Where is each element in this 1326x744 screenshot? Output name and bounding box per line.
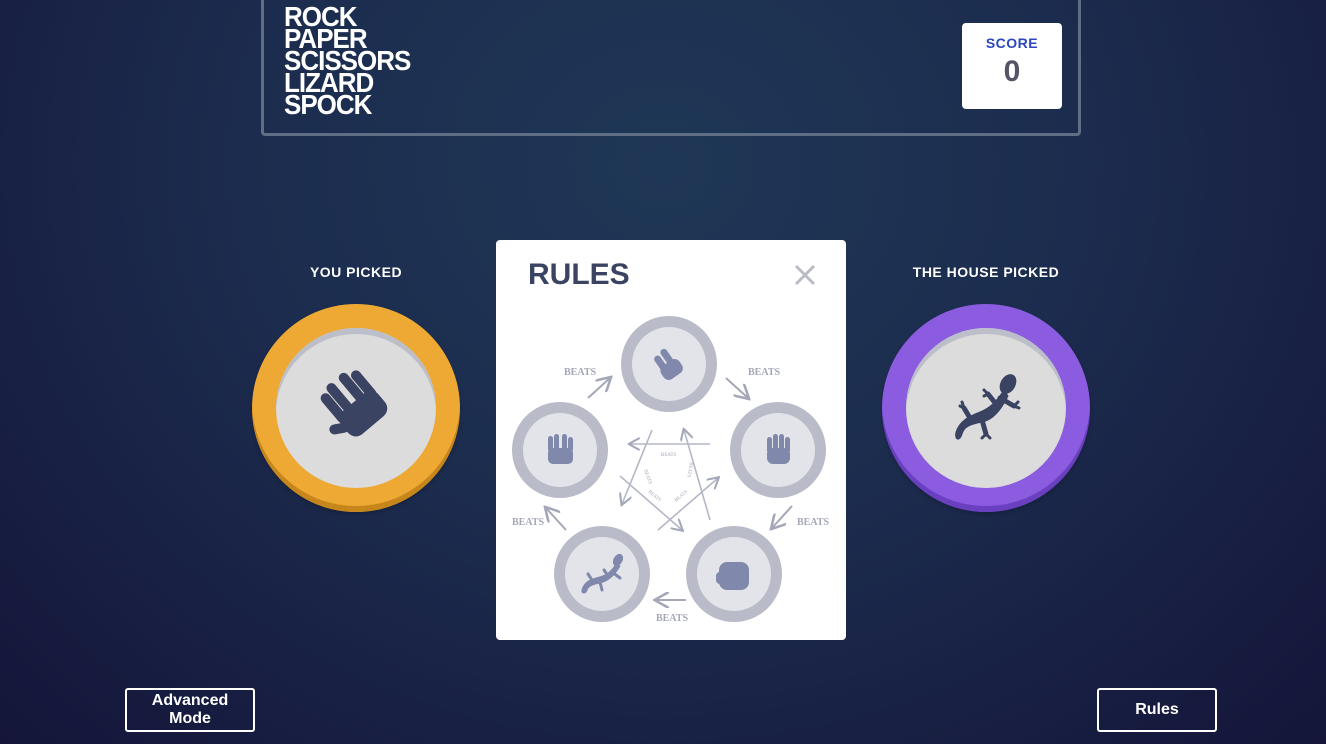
house-pick-token: [882, 304, 1090, 512]
rules-token-paper: [730, 402, 826, 498]
arrow-lizard-to-spock: [546, 508, 567, 531]
game-logo: ROCK PAPER SCISSORS LIZARD SPOCK: [284, 3, 411, 121]
advanced-mode-button[interactable]: Advanced Mode: [125, 688, 255, 732]
rules-token-scissors: [621, 316, 717, 412]
beats-label: BEATS: [797, 517, 829, 528]
house-picked-label: THE HOUSE PICKED: [912, 264, 1060, 280]
logo-line-spock: SPOCK: [284, 88, 372, 121]
lizard-icon: [955, 374, 1021, 440]
arrow-paper-to-rock: [772, 505, 793, 528]
beats-label: BEATS: [512, 517, 544, 528]
rules-modal: RULES BEATS BEATS BEATS BEATS BEATS BEAT…: [496, 240, 846, 640]
rules-button[interactable]: Rules: [1097, 688, 1217, 732]
score-value: 0: [1003, 55, 1021, 88]
rules-token-rock: [686, 526, 782, 622]
rules-token-lizard: [554, 526, 650, 622]
game-header: ROCK PAPER SCISSORS LIZARD SPOCK SCORE 0: [261, 0, 1081, 136]
beats-label-small: BEATS: [642, 469, 652, 485]
arrow-spock-to-rock: [619, 475, 682, 530]
arrow-lizard-to-paper: [657, 478, 718, 531]
rules-diagram: BEATS BEATS BEATS BEATS BEATS BEATS BEAT…: [512, 316, 829, 624]
beats-label-small: BEATS: [674, 490, 689, 504]
beats-label: BEATS: [748, 367, 780, 378]
arrow-scissors-to-paper: [725, 377, 748, 398]
beats-label: BEATS: [564, 367, 596, 378]
you-picked-label: YOU PICKED: [309, 264, 403, 280]
rules-token-spock: [512, 402, 608, 498]
spock-hand-icon: [320, 370, 388, 437]
score-label: SCORE: [985, 35, 1039, 51]
arrow-spock-to-scissors: [587, 378, 610, 399]
player-pick-token: [252, 304, 460, 512]
score-box: SCORE 0: [962, 23, 1062, 109]
beats-label: BEATS: [656, 613, 688, 624]
beats-label-small: BEATS: [685, 462, 693, 478]
beats-label-small: BEATS: [661, 453, 677, 458]
